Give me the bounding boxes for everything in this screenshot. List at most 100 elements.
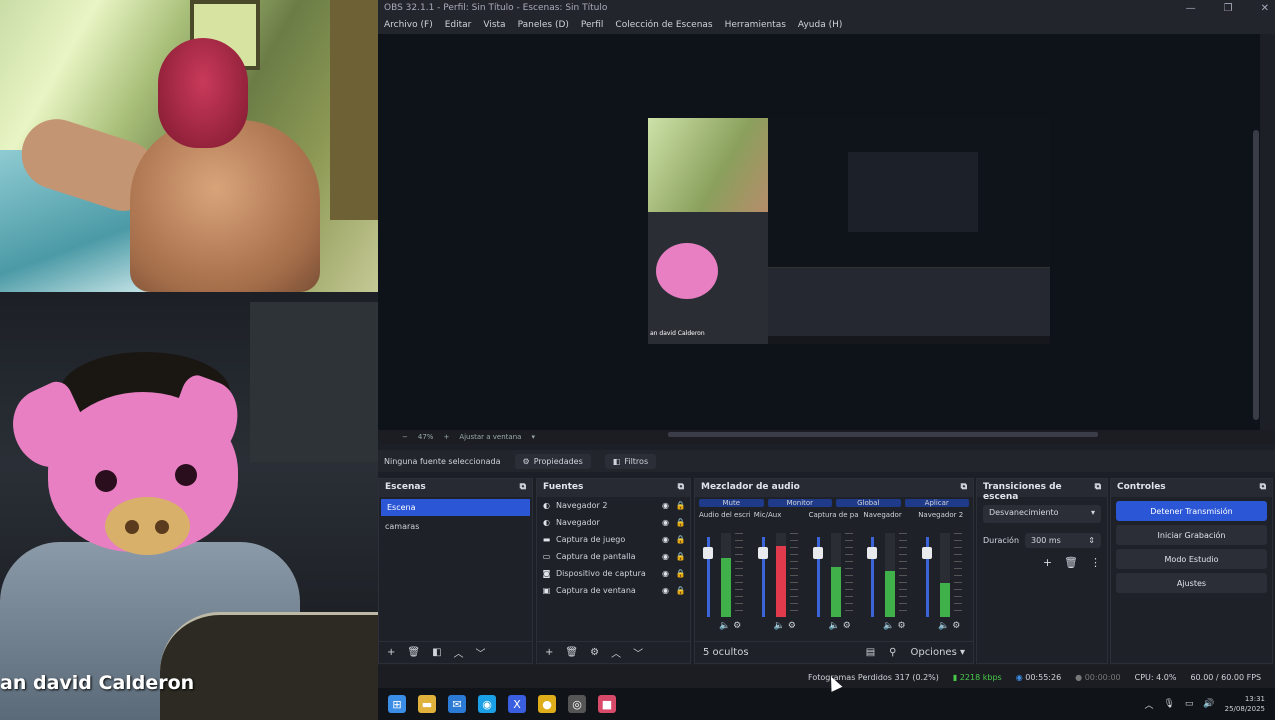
menu-tools[interactable]: Herramientas bbox=[725, 20, 786, 30]
properties-button[interactable]: ⚙ Propiedades bbox=[514, 453, 591, 469]
source-item[interactable]: ▭ Captura de pantalla ◉ 🔒 bbox=[537, 548, 690, 565]
channel-name[interactable]: Captura de pantalla bbox=[809, 511, 860, 519]
filters-button[interactable]: ◧ Filtros bbox=[604, 453, 657, 469]
clock[interactable]: 13:31 25/08/2025 bbox=[1225, 694, 1265, 714]
scene-item[interactable]: Escena bbox=[381, 499, 530, 516]
studio-mode-button[interactable]: Modo Estudio bbox=[1116, 549, 1267, 569]
source-item[interactable]: ◐ Navegador ◉ 🔒 bbox=[537, 514, 690, 531]
maximize-button[interactable]: ❐ bbox=[1224, 3, 1233, 14]
mixer-menu-icon[interactable]: ▤ bbox=[866, 647, 875, 658]
taskbar-app-icon[interactable]: X bbox=[508, 695, 526, 713]
source-item[interactable]: ▣ Captura de ventana ◉ 🔒 bbox=[537, 582, 690, 599]
filter-icon[interactable]: ◧ bbox=[432, 647, 441, 658]
scene-item[interactable]: camaras bbox=[379, 518, 532, 535]
menu-docks[interactable]: Paneles (D) bbox=[518, 20, 569, 30]
taskbar-app-icon[interactable]: ◉ bbox=[478, 695, 496, 713]
preview-canvas[interactable]: an david Calderon bbox=[648, 118, 1050, 344]
channel-name[interactable]: Audio del escritorio bbox=[699, 511, 750, 519]
lock-icon[interactable]: 🔒 bbox=[675, 569, 686, 578]
mixer-header[interactable]: Monitor bbox=[767, 499, 832, 507]
settings-button[interactable]: Ajustes bbox=[1116, 573, 1267, 593]
speaker-icon[interactable]: 🔈 bbox=[938, 621, 949, 631]
start-recording-button[interactable]: Iniciar Grabación bbox=[1116, 525, 1267, 545]
remove-scene-icon[interactable]: 🗑 bbox=[407, 647, 420, 658]
lock-icon[interactable]: 🔒 bbox=[675, 518, 686, 527]
speaker-icon[interactable]: 🔈 bbox=[883, 621, 894, 631]
taskbar-app-icon[interactable]: ⊞ bbox=[388, 695, 406, 713]
duration-input[interactable]: 300 ms ⇕ bbox=[1025, 533, 1101, 548]
lock-icon[interactable]: 🔒 bbox=[675, 552, 686, 561]
taskbar-app-icon[interactable]: ▬ bbox=[418, 695, 436, 713]
eye-icon[interactable]: ◉ bbox=[660, 552, 671, 561]
fader-knob[interactable] bbox=[922, 547, 933, 559]
network-icon[interactable]: ▭ bbox=[1185, 699, 1194, 709]
channel-name[interactable]: Mic/Aux bbox=[754, 511, 805, 519]
taskbar-app-icon[interactable]: ◎ bbox=[568, 695, 586, 713]
gear-icon[interactable]: ⚙ bbox=[897, 621, 905, 631]
more-icon[interactable]: ⋮ bbox=[1090, 556, 1101, 569]
fader-knob[interactable] bbox=[867, 547, 878, 559]
lock-icon[interactable]: 🔒 bbox=[675, 535, 686, 544]
menu-view[interactable]: Vista bbox=[483, 20, 505, 30]
speaker-icon[interactable]: 🔈 bbox=[829, 621, 840, 631]
volume-icon[interactable]: 🔊 bbox=[1203, 699, 1214, 709]
eye-icon[interactable]: ◉ bbox=[660, 586, 671, 595]
speaker-icon[interactable]: 🔈 bbox=[719, 621, 730, 631]
add-scene-icon[interactable]: + bbox=[387, 647, 395, 658]
link-icon[interactable]: ⚲ bbox=[889, 647, 896, 658]
mixer-header[interactable]: Aplicar bbox=[904, 499, 969, 507]
move-down-icon[interactable]: ﹀ bbox=[633, 645, 643, 660]
menu-help[interactable]: Ayuda (H) bbox=[798, 20, 842, 30]
fader-knob[interactable] bbox=[757, 547, 768, 559]
add-source-icon[interactable]: + bbox=[545, 647, 553, 658]
move-up-icon[interactable]: ︿ bbox=[454, 645, 464, 660]
menu-profile[interactable]: Perfil bbox=[581, 20, 604, 30]
preview-vertical-scrollbar[interactable] bbox=[1253, 130, 1259, 420]
eye-icon[interactable]: ◉ bbox=[660, 518, 671, 527]
source-item[interactable]: ◙ Dispositivo de captura ◉ 🔒 bbox=[537, 565, 690, 582]
eye-icon[interactable]: ◉ bbox=[660, 569, 671, 578]
move-up-icon[interactable]: ︿ bbox=[611, 645, 621, 660]
close-button[interactable]: ✕ bbox=[1261, 3, 1269, 14]
gear-icon[interactable]: ⚙ bbox=[590, 647, 599, 658]
mixer-header[interactable]: Global bbox=[836, 499, 901, 507]
undock-icon[interactable]: ⧉ bbox=[678, 482, 684, 494]
eye-icon[interactable]: ◉ bbox=[660, 535, 671, 544]
source-item[interactable]: ▬ Captura de juego ◉ 🔒 bbox=[537, 531, 690, 548]
taskbar-app-icon[interactable]: ● bbox=[538, 695, 556, 713]
zoom-in-icon[interactable]: + bbox=[443, 433, 449, 441]
stop-streaming-button[interactable]: Detener Transmisión bbox=[1116, 501, 1267, 521]
add-transition-icon[interactable]: + bbox=[1043, 556, 1052, 569]
undock-icon[interactable]: ⧉ bbox=[1095, 482, 1101, 494]
mic-icon[interactable]: 🎙 bbox=[1163, 699, 1174, 709]
menu-file[interactable]: Archivo (F) bbox=[384, 20, 433, 30]
minimize-button[interactable]: — bbox=[1186, 3, 1196, 14]
gear-icon[interactable]: ⚙ bbox=[952, 621, 960, 631]
taskbar-app-icon[interactable]: ✉ bbox=[448, 695, 466, 713]
taskbar-app-icon[interactable]: ■ bbox=[598, 695, 616, 713]
undock-icon[interactable]: ⧉ bbox=[961, 482, 967, 494]
remove-source-icon[interactable]: 🗑 bbox=[565, 647, 578, 658]
gear-icon[interactable]: ⚙ bbox=[733, 621, 741, 631]
fader-knob[interactable] bbox=[812, 547, 823, 559]
channel-name[interactable]: Navegador 2 bbox=[918, 511, 969, 519]
menu-scene-collection[interactable]: Colección de Escenas bbox=[615, 20, 712, 30]
lock-icon[interactable]: 🔒 bbox=[675, 586, 686, 595]
undock-icon[interactable]: ⧉ bbox=[1260, 482, 1266, 494]
spinner-icon[interactable]: ⇕ bbox=[1088, 536, 1095, 545]
mixer-options-button[interactable]: Opciones ▾ bbox=[910, 647, 965, 658]
transition-select[interactable]: Desvanecimiento ▾ bbox=[983, 505, 1101, 523]
chevron-up-icon[interactable]: ︿ bbox=[1144, 698, 1153, 711]
undock-icon[interactable]: ⧉ bbox=[520, 482, 526, 494]
channel-name[interactable]: Navegador bbox=[863, 511, 914, 519]
move-down-icon[interactable]: ﹀ bbox=[476, 645, 486, 660]
lock-icon[interactable]: 🔒 bbox=[675, 501, 686, 510]
zoom-out-icon[interactable]: − bbox=[402, 433, 408, 441]
menu-edit[interactable]: Editar bbox=[445, 20, 472, 30]
gear-icon[interactable]: ⚙ bbox=[788, 621, 796, 631]
zoom-mode[interactable]: Ajustar a ventana bbox=[459, 433, 521, 441]
chevron-down-icon[interactable]: ▾ bbox=[531, 433, 535, 441]
eye-icon[interactable]: ◉ bbox=[660, 501, 671, 510]
fader-knob[interactable] bbox=[703, 547, 713, 559]
gear-icon[interactable]: ⚙ bbox=[843, 621, 851, 631]
